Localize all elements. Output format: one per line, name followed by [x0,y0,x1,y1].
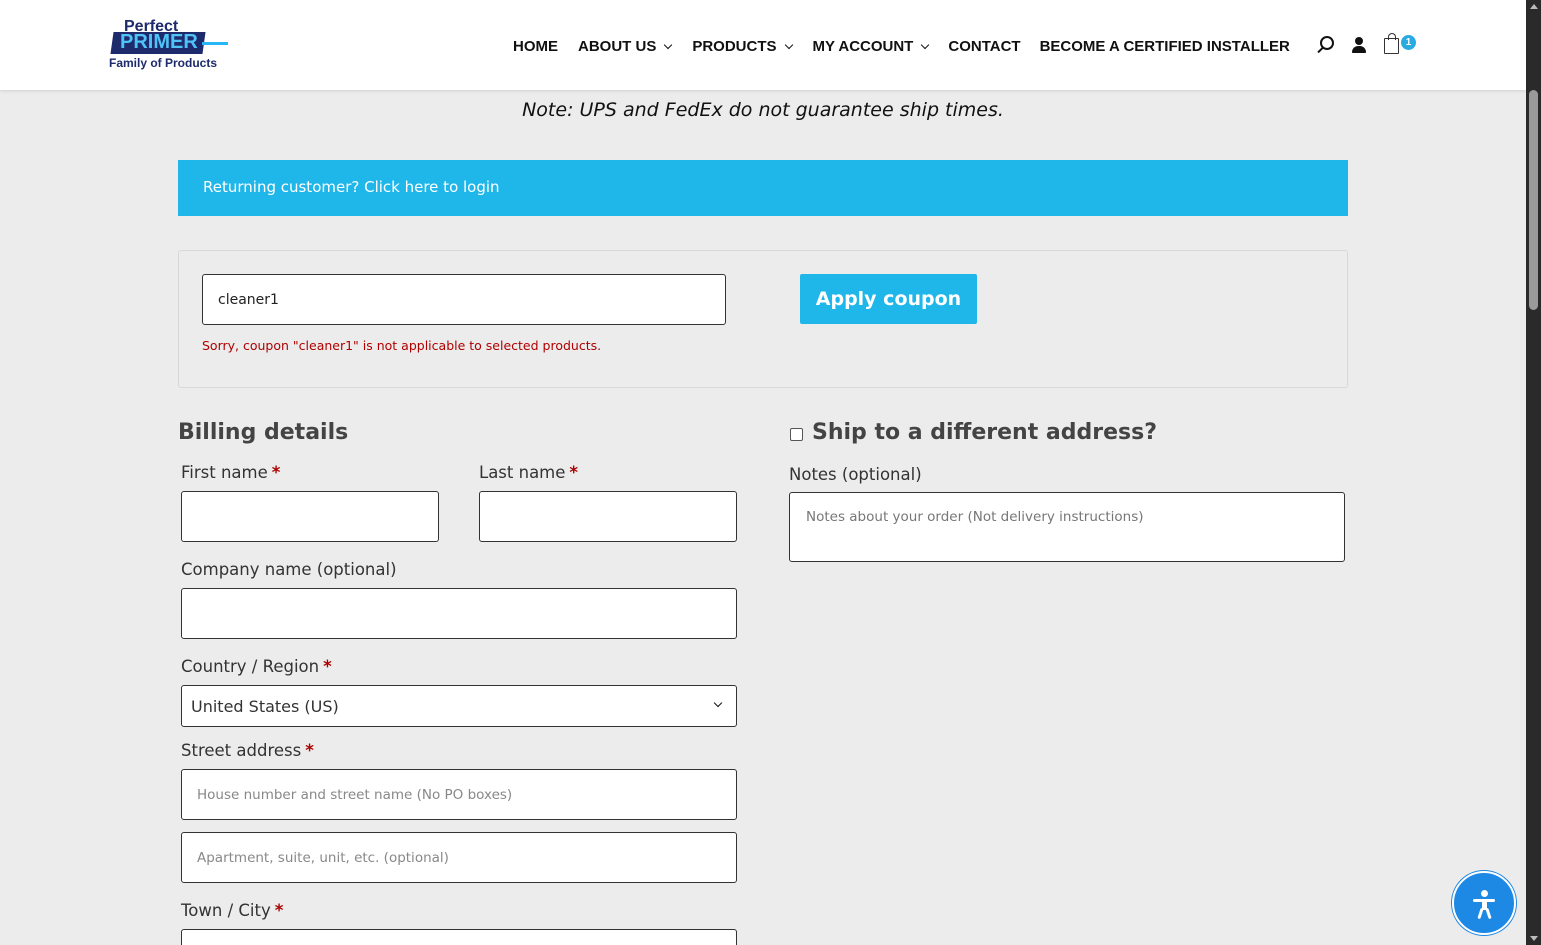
required-marker: * [323,657,332,676]
nav-item-my-account[interactable]: MY ACCOUNT [812,38,930,55]
scroll-up-arrow-icon[interactable] [1530,4,1538,9]
coupon-form: Apply coupon Sorry, coupon "cleaner1" is… [178,250,1348,388]
town-city-field[interactable] [181,929,737,945]
last-name-field[interactable] [479,491,737,542]
country-region-label: Country / Region * [181,657,332,676]
order-notes-field[interactable] [789,492,1345,562]
nav-item-label: MY ACCOUNT [812,38,914,55]
required-marker: * [271,463,281,482]
nav-item-label: PRODUCTS [692,38,777,55]
cart-count-badge: 1 [1401,35,1416,50]
apply-coupon-button[interactable]: Apply coupon [800,274,977,324]
required-marker: * [569,463,579,482]
site-logo[interactable]: Perfect PRIMER Family of Products [106,18,230,72]
ship-different-address-heading[interactable]: Ship to a different address? [812,420,1157,445]
site-header: Perfect PRIMER Family of Products HOME A… [0,0,1526,90]
nav-item-label: ABOUT US [578,38,657,55]
shopping-bag-icon[interactable] [1384,33,1399,54]
company-name-field[interactable] [181,588,737,639]
street-address-field[interactable] [181,769,737,820]
scrollbar-thumb[interactable] [1529,90,1538,310]
coupon-code-input[interactable] [202,274,726,325]
required-marker: * [274,901,284,920]
country-selected-value: United States (US) [191,697,339,716]
ship-different-address-checkbox[interactable] [790,428,803,441]
shipping-note: Note: UPS and FedEx do not guarantee shi… [522,99,1004,121]
page-scrollbar[interactable] [1526,0,1541,945]
scroll-down-arrow-icon[interactable] [1530,936,1538,941]
logo-line-3: Family of Products [109,56,218,70]
chevron-down-icon [664,40,673,49]
main-nav: HOME ABOUT US PRODUCTS MY ACCOUNT CONTAC… [513,38,1290,55]
billing-details-heading: Billing details [178,420,349,445]
user-account-icon[interactable] [1352,37,1366,53]
nav-item-products[interactable]: PRODUCTS [692,38,793,55]
logo-line-2: PRIMER [120,31,198,53]
nav-item-label: BECOME A CERTIFIED INSTALLER [1039,38,1290,55]
company-name-label: Company name (optional) [181,560,397,579]
first-name-label: First name * [181,463,281,482]
nav-item-home[interactable]: HOME [513,38,558,55]
nav-item-about-us[interactable]: ABOUT US [578,38,673,55]
last-name-label: Last name * [479,463,579,482]
required-marker: * [305,741,314,760]
first-name-field[interactable] [181,491,439,542]
town-city-label: Town / City * [181,901,284,920]
nav-item-label: HOME [513,38,558,55]
nav-item-contact[interactable]: CONTACT [948,38,1020,55]
coupon-error-message: Sorry, coupon "cleaner1" is not applicab… [202,338,602,353]
logo-brush-stroke [202,42,228,45]
login-link[interactable]: Returning customer? Click here to login [203,178,500,196]
nav-item-label: CONTACT [948,38,1021,55]
country-region-select[interactable]: United States (US) [181,685,737,727]
chevron-down-icon [921,40,930,49]
street-address-label: Street address * [181,741,314,760]
order-notes-label: Notes (optional) [789,465,922,484]
chevron-down-icon [784,40,793,49]
chevron-down-icon [713,698,723,708]
apartment-field[interactable] [181,832,737,883]
nav-item-become-installer[interactable]: BECOME A CERTIFIED INSTALLER [1040,38,1290,55]
accessibility-button[interactable] [1452,871,1516,935]
search-icon[interactable] [1320,36,1334,50]
returning-customer-banner: Returning customer? Click here to login [178,160,1348,216]
